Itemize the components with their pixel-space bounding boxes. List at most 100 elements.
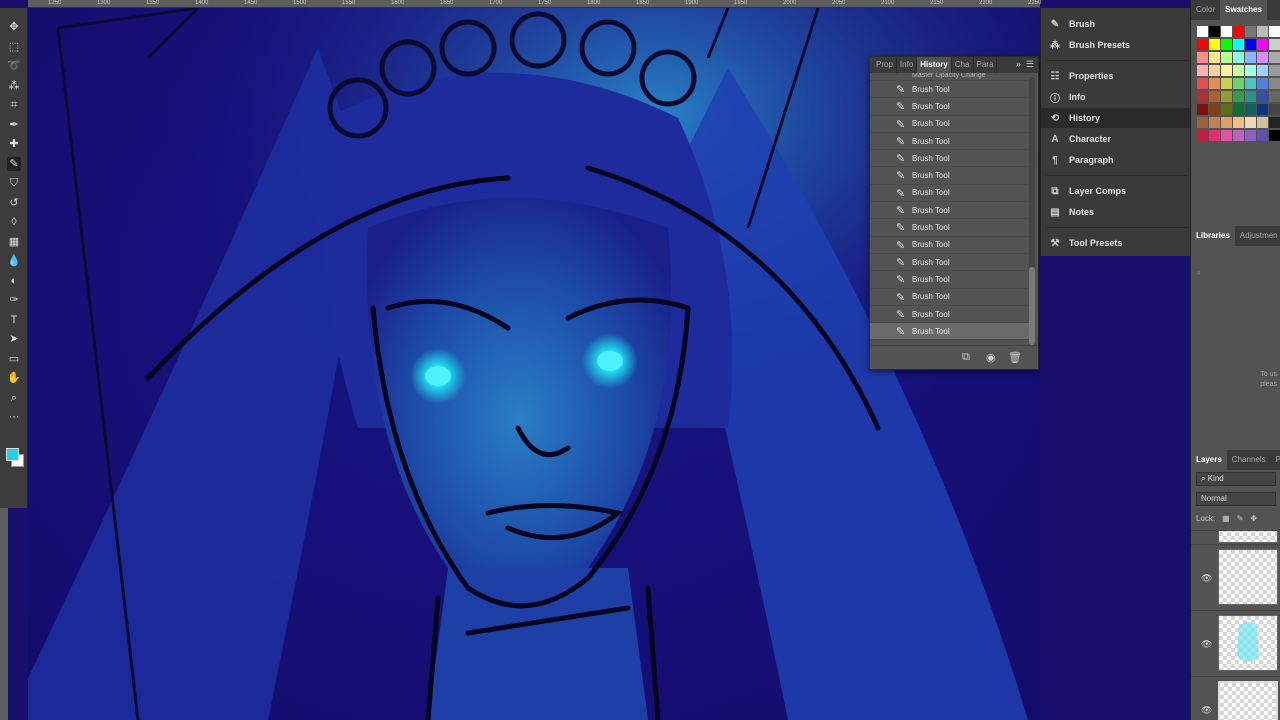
color-swatch[interactable] <box>1233 117 1244 128</box>
history-brush-icon[interactable]: ↺ <box>7 196 21 210</box>
color-swatch[interactable] <box>1257 78 1268 89</box>
color-swatch[interactable] <box>1269 39 1280 50</box>
color-swatch[interactable] <box>1197 130 1208 141</box>
new-document-from-state-icon[interactable]: ⧉ <box>962 351 970 364</box>
color-swatch[interactable] <box>1269 91 1280 102</box>
color-swatch[interactable] <box>1209 65 1220 76</box>
color-swatch[interactable] <box>1245 117 1256 128</box>
layer-filter-select[interactable]: ⌕ Kind <box>1196 472 1276 486</box>
healing-icon[interactable]: ✚ <box>7 137 21 151</box>
dock-item-character[interactable]: A Character <box>1041 129 1191 149</box>
color-swatch[interactable] <box>1209 104 1220 115</box>
color-swatch[interactable] <box>1197 52 1208 63</box>
color-swatch[interactable] <box>1197 65 1208 76</box>
color-swatch[interactable] <box>1269 117 1280 128</box>
color-swatch[interactable] <box>1233 39 1244 50</box>
dock-item-layer-comps[interactable]: ⧉ Layer Comps <box>1041 181 1191 201</box>
tab-paths[interactable]: P <box>1271 450 1280 470</box>
color-swatch[interactable] <box>1221 130 1232 141</box>
color-swatch[interactable] <box>1245 26 1256 37</box>
history-item[interactable]: ✎ Brush Tool <box>870 237 1030 254</box>
color-swatch[interactable] <box>1209 78 1220 89</box>
blur-icon[interactable]: 💧 <box>7 254 21 268</box>
history-item[interactable]: ✎ Brush Tool <box>870 81 1030 99</box>
history-item[interactable]: ✎ Brush Tool <box>870 254 1030 272</box>
color-swatch[interactable] <box>1245 78 1256 89</box>
color-swatch[interactable] <box>1209 39 1220 50</box>
color-swatch[interactable] <box>1257 91 1268 102</box>
color-swatch[interactable] <box>1245 104 1256 115</box>
brush-icon[interactable]: ✎ <box>7 156 21 171</box>
color-swatch[interactable] <box>1209 130 1220 141</box>
color-swatch[interactable] <box>1221 52 1232 63</box>
foreground-color-swatch[interactable] <box>6 448 19 461</box>
history-item[interactable]: ✎ Brush Tool <box>870 219 1030 237</box>
color-swatch[interactable] <box>1197 91 1208 102</box>
tab-channels[interactable]: Channels <box>1227 450 1271 470</box>
color-swatch[interactable] <box>1209 117 1220 128</box>
color-swatch[interactable] <box>1233 104 1244 115</box>
color-swatch[interactable] <box>1221 104 1232 115</box>
eyedropper-icon[interactable]: ✒ <box>7 118 21 132</box>
color-swatch[interactable] <box>1269 104 1280 115</box>
color-swatch[interactable] <box>1245 91 1256 102</box>
tab-libraries[interactable]: Libraries <box>1191 226 1235 246</box>
color-swatch[interactable] <box>1209 26 1220 37</box>
more-icon[interactable]: ⋯ <box>7 410 21 424</box>
tab-color[interactable]: Color <box>1191 0 1220 20</box>
dock-item-brush-presets[interactable]: ⁂ Brush Presets <box>1041 35 1191 55</box>
panel-menu-icon[interactable]: » ☰ <box>1016 59 1034 70</box>
dock-item-tool-presets[interactable]: ⚒ Tool Presets <box>1041 233 1191 253</box>
history-item[interactable]: ✎ Brush Tool <box>870 289 1030 306</box>
type-icon[interactable]: T <box>7 313 21 327</box>
color-swatch[interactable] <box>1257 52 1268 63</box>
history-item[interactable]: ✎ Brush Tool <box>870 116 1030 133</box>
dock-item-properties[interactable]: ☷ Properties <box>1041 66 1191 86</box>
color-swatch[interactable] <box>1245 39 1256 50</box>
magic-wand-icon[interactable]: ⁂ <box>7 79 21 93</box>
eraser-icon[interactable]: ◊ <box>7 215 21 229</box>
gradient-icon[interactable]: ▦ <box>7 235 21 249</box>
crop-icon[interactable]: ⌗ <box>7 98 21 112</box>
rectangle-icon[interactable]: ▭ <box>7 352 21 366</box>
tab-swatches[interactable]: Swatches <box>1220 0 1268 20</box>
layer-row[interactable]: 👁 <box>1191 610 1280 674</box>
pen-icon[interactable]: ✑ <box>7 293 21 307</box>
hand-icon[interactable]: ✋ <box>7 371 21 385</box>
dodge-icon[interactable]: ◐ <box>7 274 21 288</box>
color-swatch[interactable] <box>1221 26 1232 37</box>
color-swatch[interactable] <box>1233 26 1244 37</box>
tab-character[interactable]: Cha <box>952 57 974 73</box>
color-swatch[interactable] <box>1221 65 1232 76</box>
history-item[interactable]: ✎ Brush Tool <box>870 150 1030 168</box>
history-scrollbar[interactable] <box>1029 77 1035 347</box>
visibility-eye-icon[interactable]: 👁 <box>1201 639 1212 650</box>
color-swatch[interactable] <box>1233 65 1244 76</box>
tab-properties[interactable]: Prop <box>873 57 897 73</box>
dock-item-notes[interactable]: ▤ Notes <box>1041 202 1191 222</box>
lasso-icon[interactable]: ➰ <box>7 59 21 73</box>
history-item[interactable]: ✎ Brush Tool <box>870 133 1030 151</box>
color-swatch[interactable] <box>1245 52 1256 63</box>
history-item[interactable]: ✎ Brush Tool <box>870 167 1030 185</box>
color-swatch[interactable] <box>1269 130 1280 141</box>
color-swatch[interactable] <box>1257 117 1268 128</box>
layer-row[interactable]: 👁 <box>1191 676 1280 720</box>
color-swatch[interactable] <box>1197 104 1208 115</box>
tab-history[interactable]: History <box>917 57 952 73</box>
dock-item-brush[interactable]: ✎ Brush <box>1041 14 1191 34</box>
color-swatch[interactable] <box>1257 39 1268 50</box>
history-item[interactable]: ✎ Brush Tool <box>870 271 1030 289</box>
history-item[interactable]: Master Opacity Change <box>870 73 1030 81</box>
color-swatch[interactable] <box>1233 52 1244 63</box>
color-swatch[interactable] <box>1257 104 1268 115</box>
dock-item-info[interactable]: ⓘ Info <box>1041 87 1191 107</box>
dock-item-history[interactable]: ⟲ History <box>1041 108 1191 128</box>
clone-stamp-icon[interactable]: ⛉ <box>7 176 21 190</box>
color-swatch[interactable] <box>1197 39 1208 50</box>
move-icon[interactable]: ✥ <box>7 20 21 34</box>
visibility-eye-icon[interactable]: 👁 <box>1201 705 1212 716</box>
color-swatch[interactable] <box>1233 130 1244 141</box>
tab-adjustments[interactable]: Adjustmen <box>1235 226 1280 246</box>
layer-row[interactable]: 👁 <box>1191 544 1280 608</box>
